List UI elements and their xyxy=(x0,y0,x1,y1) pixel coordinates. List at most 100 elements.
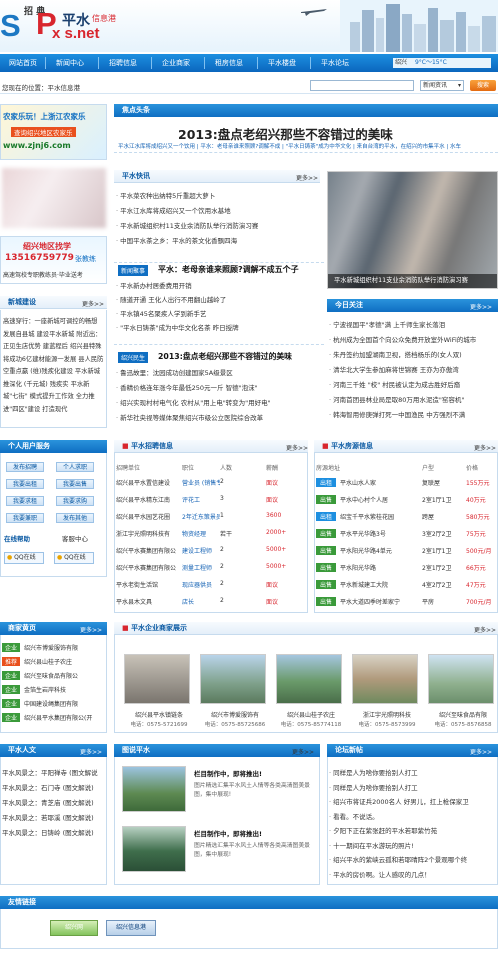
forum-item[interactable]: 同样是人为啥你要拾别人打工 xyxy=(329,767,498,777)
list-item[interactable]: 推荐 绍兴县山桂子农庄 xyxy=(2,657,106,666)
forum-more-link[interactable]: 更多>> xyxy=(470,747,492,756)
forum-item[interactable]: 看看。不说话。 xyxy=(329,811,498,821)
rent-address[interactable]: 绍宝千平水紫桂花园 xyxy=(340,512,420,521)
flash-more-link[interactable]: 更多>> xyxy=(296,173,318,182)
business-name[interactable]: 浙江宇光照明科技 xyxy=(350,710,424,719)
part-time-button[interactable]: 我要兼职 xyxy=(6,513,44,523)
table-row[interactable]: 出租 绍宝千平水紫桂花园 跨屋 580万元 xyxy=(316,512,496,521)
yellow-name[interactable]: 中国建设绳集团有限 xyxy=(24,699,106,708)
humanities-more-link[interactable]: 更多>> xyxy=(80,747,102,756)
job-company[interactable]: 绍兴平水赛集团有限公 xyxy=(116,563,180,572)
news-photo[interactable]: 平水新城组织村11支业余消防队举行消防演习赛 xyxy=(327,171,498,289)
newcity-text[interactable]: 高速穿行：一座新城可调控的畅想 发展自县城 建设平水新城 附近出：正见生店优势 … xyxy=(0,310,107,428)
nav-property[interactable]: 平水楼盘 xyxy=(262,54,302,72)
job-position[interactable]: 2年迁东策景员 xyxy=(182,512,220,521)
job-company[interactable]: 浙江宇光照明科技有 xyxy=(116,529,180,538)
today-item-3[interactable]: 朱丹签约加盟湖南卫视，搭档杨乐的(女人双) xyxy=(329,349,498,359)
friend-logo-2[interactable]: 绍兴信息港 xyxy=(106,920,156,936)
job-company[interactable]: 平水县木文具 xyxy=(116,597,180,606)
nav-forum[interactable]: 平水论坛 xyxy=(315,54,355,72)
business-thumb[interactable] xyxy=(276,654,342,704)
search-button[interactable]: 搜索 xyxy=(470,80,496,91)
headline-title[interactable]: 2013:盘点老绍兴那些不容错过的美味 xyxy=(178,124,393,143)
job-position[interactable]: 建设工程师 xyxy=(182,546,220,555)
table-row[interactable]: 出售 平水阳光华路 2室1厅2卫 66万元 xyxy=(316,563,496,572)
today-item-6[interactable]: 河南首团县林业局是取80万用水泥造"窑容机" xyxy=(329,394,498,404)
business-more-link[interactable]: 更多>> xyxy=(474,625,496,634)
driving-school-ad[interactable]: 绍兴地区找学 13516759779 张教练 高速驾校专职教练员·毕业送考 xyxy=(0,236,107,284)
newsmass-item-3[interactable]: 平水镇45名聚疾人学到新手艺 xyxy=(116,308,322,318)
list-item[interactable]: 企业 绍兴市博爱服饰有限 xyxy=(2,643,106,652)
search-input[interactable] xyxy=(310,80,414,91)
flash-item-1[interactable]: 平水菜农种出纳特5斤重超大萝卜 xyxy=(116,190,320,200)
folk-item-4[interactable]: 新华社央视等媒体聚焦绍兴市级公立医院综合改革 xyxy=(116,412,322,422)
list-item[interactable]: 企业 金箔生岩岸科技 xyxy=(2,685,106,694)
folk-item-2[interactable]: 香精价格连年涨今年最低250元一斤 智德"泡沫" xyxy=(116,382,322,392)
yellow-name[interactable]: 绍兴县山桂子农庄 xyxy=(24,657,106,666)
humanities-item-5[interactable]: 平水风景之：日铸岭 (图文解说) xyxy=(2,827,106,837)
table-row[interactable]: 平水老街生活馆 现应器供员 2 面议 xyxy=(116,580,306,589)
newsmass-item-2[interactable]: 随道开通 王化人出行不用翻山越岭了 xyxy=(116,294,322,304)
pics-thumb-2[interactable] xyxy=(122,826,186,872)
forum-item[interactable]: 十一期间在平水游玩的照片! xyxy=(329,840,498,850)
today-more-link[interactable]: 更多>> xyxy=(470,302,492,311)
table-row[interactable]: 绍兴县平水园艺花圈 2年迁东策景员 1 3600 xyxy=(116,512,306,521)
seek-job-button[interactable]: 个人求职 xyxy=(56,462,94,472)
business-thumb[interactable] xyxy=(352,654,418,704)
rent-more-link[interactable]: 更多>> xyxy=(474,443,496,452)
qq-online-button-1[interactable]: ● QQ在线 xyxy=(4,552,44,564)
nav-business[interactable]: 企业商家 xyxy=(156,54,196,72)
list-item[interactable]: 企业 绍兴县平水集团有限公(开 xyxy=(2,713,106,722)
job-position[interactable]: 测量工程师 xyxy=(182,563,220,572)
newsmass-item-1[interactable]: 平水新办村居委费用开销 xyxy=(116,280,322,290)
business-thumb[interactable] xyxy=(124,654,190,704)
table-row[interactable]: 平水县木文具 店长 2 面议 xyxy=(116,597,306,606)
rent-address[interactable]: 平水平光华路3号 xyxy=(340,529,420,538)
folk-item-3[interactable]: 绍兴实现村村电气化 农村从"用上电"转变为"用好电" xyxy=(116,397,322,407)
forum-item[interactable]: 绍兴平水的紫峡云孤和若耶晴阵2个景观哪个终 xyxy=(329,854,498,864)
job-company[interactable]: 绍兴县平水精东江南 xyxy=(116,495,180,504)
headline-sub-5[interactable]: 水车 xyxy=(450,144,461,150)
table-row[interactable]: 出租 平水山水人家 复联屋 155万元 xyxy=(316,478,496,487)
rent-address[interactable]: 平水新城建工大院 xyxy=(340,580,420,589)
yellow-name[interactable]: 绍兴县平水集团有限公(开 xyxy=(24,713,106,722)
farmhouse-ad[interactable]: 农家乐玩！上浙江农家乐 查询绍兴地区农家乐 www.zjnj6.com xyxy=(0,104,107,160)
job-position[interactable]: 现应器供员 xyxy=(182,580,220,589)
newcity-more-link[interactable]: 更多>> xyxy=(82,299,104,308)
rent-address[interactable]: 平水山水人家 xyxy=(340,478,420,487)
post-other-button[interactable]: 发布其他 xyxy=(56,513,94,523)
seek-rent-button[interactable]: 我要求租 xyxy=(6,496,44,506)
business-name[interactable]: 绍兴市博爱服饰有 xyxy=(198,710,272,719)
rent-address[interactable]: 平水大道四季时差家宁 xyxy=(340,597,420,606)
humanities-item-2[interactable]: 平水风景之：石门寺 (图文解说) xyxy=(2,782,106,792)
yellow-name[interactable]: 绍兴至味食品有限公 xyxy=(24,671,106,680)
forum-item[interactable]: 夕阳下正在紫张赶的平水若耶紫竹苑 xyxy=(329,825,498,835)
table-row[interactable]: 出售 平水阳光华路4单元 2室1厅1卫 500元/月 xyxy=(316,546,496,555)
forum-item[interactable]: 绍兴市将证兵2000名人 好男儿，扛上枪保家卫 xyxy=(329,796,498,806)
yellow-more-link[interactable]: 更多>> xyxy=(80,625,102,634)
humanities-item-4[interactable]: 平水风景之：若耶溪 (图文解说) xyxy=(2,812,106,822)
job-position[interactable]: 物资经理 xyxy=(182,529,220,538)
today-item-4[interactable]: 清华北大学生参加麻将世锦赛 王亦为亦傲湾 xyxy=(329,364,498,374)
sell-button[interactable]: 我要出售 xyxy=(56,479,94,489)
job-position[interactable]: 营业员 (销售专 xyxy=(182,478,220,487)
newsmass-item-4[interactable]: "平水日铸茶"成为中华文化名茶 昨日授牌 xyxy=(116,322,322,332)
business-name[interactable]: 绍兴县山桂子农庄 xyxy=(274,710,348,719)
business-name[interactable]: 绍兴县平水镇链条 xyxy=(122,710,196,719)
forum-item[interactable]: 平水的房价啊。让人感叹的几点！ xyxy=(329,869,498,879)
seek-buy-button[interactable]: 我要求购 xyxy=(56,496,94,506)
pics-more-link[interactable]: 更多>> xyxy=(292,747,314,756)
job-company[interactable]: 绍兴县平水园艺花圈 xyxy=(116,512,180,521)
rent-out-button[interactable]: 我要出租 xyxy=(6,479,44,489)
business-thumb[interactable] xyxy=(200,654,266,704)
headline-sub-4[interactable]: 来自台湾的平水，在绍兴的市集平水 xyxy=(357,144,445,150)
headline-sub-2[interactable]: 平水：老母亲谁来照顾?调解不成 xyxy=(200,144,280,150)
business-name[interactable]: 绍兴至味食品有限 xyxy=(426,710,498,719)
today-item-2[interactable]: 杭州成为全国首个向公众免费开放室外WiFi的城市 xyxy=(329,334,498,344)
headline-sub-3[interactable]: "平水日铸茶"成为中华文化 xyxy=(286,144,352,150)
list-item[interactable]: 企业 中国建设绳集团有限 xyxy=(2,699,106,708)
table-row[interactable]: 出售 平水大道四季时差家宁 平房 700元/月 xyxy=(316,597,496,606)
nav-news[interactable]: 新闻中心 xyxy=(50,54,90,72)
table-row[interactable]: 绍兴县平水置信建设 营业员 (销售专 2 面议 xyxy=(116,478,306,487)
forum-item[interactable]: 同样是人为啥你要拾别人打工 xyxy=(329,782,498,792)
